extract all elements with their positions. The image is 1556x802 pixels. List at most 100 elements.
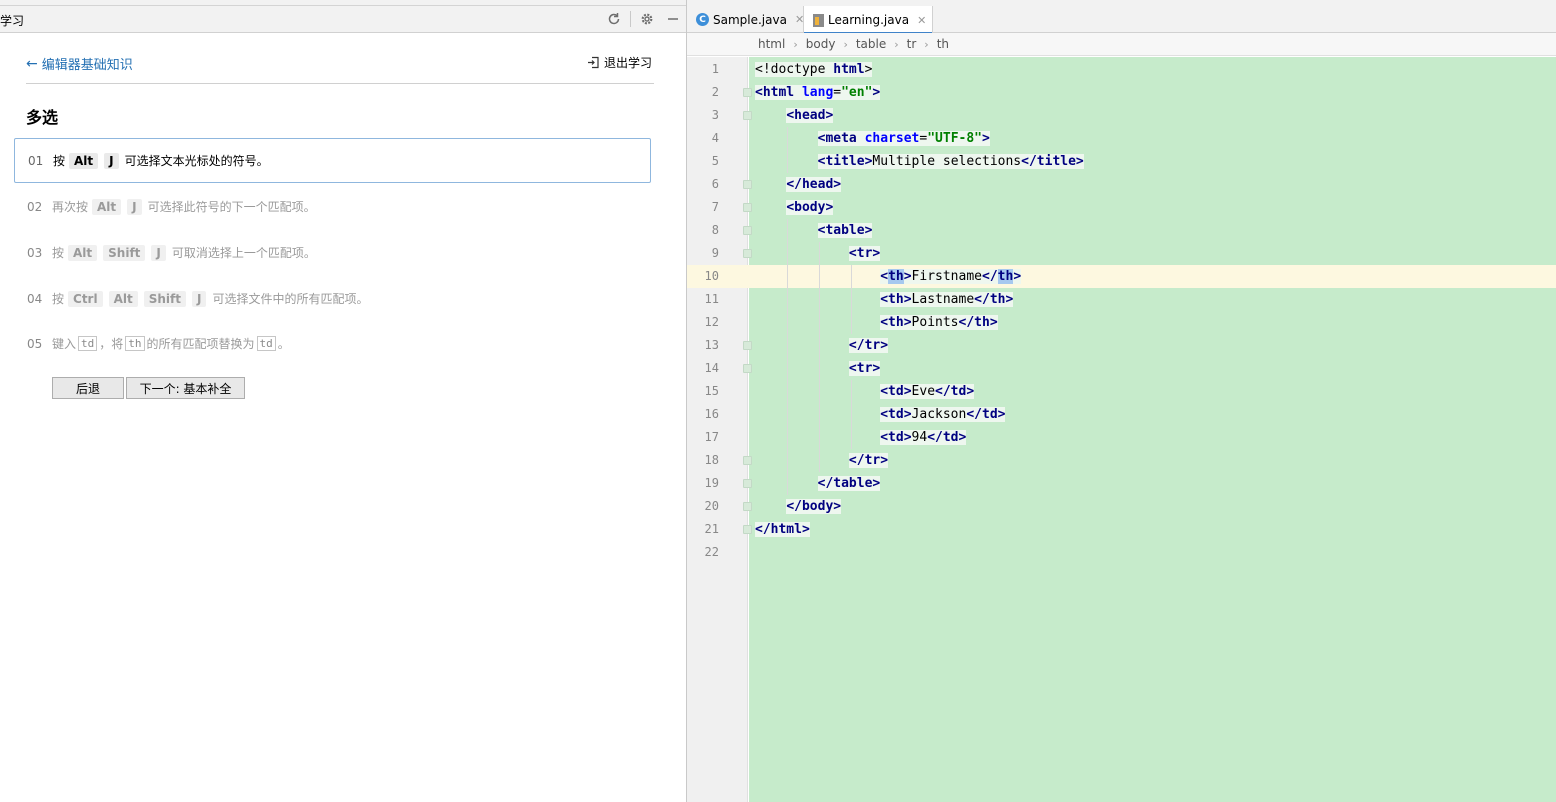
code-text: <td>Jackson</td> bbox=[880, 407, 1006, 422]
java-class-icon: C bbox=[696, 13, 709, 26]
code-text: <title>Multiple selections</title> bbox=[817, 154, 1084, 169]
fold-marker-icon[interactable] bbox=[743, 203, 752, 212]
restart-icon[interactable] bbox=[606, 11, 622, 27]
code-line[interactable]: 2 <html lang="en"> bbox=[687, 81, 1556, 104]
td-text: 94 bbox=[911, 430, 928, 445]
code-text: <td>94</td> bbox=[880, 430, 967, 445]
code-line[interactable]: 9 <tr> bbox=[687, 242, 1556, 265]
back-to-lessons-link[interactable]: ← 编辑器基础知识 bbox=[26, 54, 133, 74]
code-line[interactable]: 18 </tr> bbox=[687, 449, 1556, 472]
step-text: 可选择文件中的所有匹配项。 bbox=[212, 292, 369, 306]
code-line-current[interactable]: 10 <th>Firstname</th> bbox=[687, 265, 1556, 288]
line-number: 6 bbox=[711, 177, 719, 191]
step-item: 04 按 Ctrl Alt Shift J 可选择文件中的所有匹配项。 bbox=[14, 276, 651, 321]
line-number: 18 bbox=[704, 453, 719, 467]
code-text: </tr> bbox=[848, 338, 889, 353]
code-line[interactable]: 15 <td>Eve</td> bbox=[687, 380, 1556, 403]
breadcrumb-item[interactable]: html bbox=[758, 37, 785, 51]
fold-marker-icon[interactable] bbox=[743, 525, 752, 534]
fold-marker-icon[interactable] bbox=[743, 502, 752, 511]
exit-learning-button[interactable]: 退出学习 bbox=[587, 54, 652, 71]
line-number: 11 bbox=[704, 292, 719, 306]
chevron-right-icon: › bbox=[793, 37, 798, 51]
next-lesson-button[interactable]: 下一个: 基本补全 bbox=[126, 377, 245, 399]
code-line[interactable]: 12 <th>Points</th> bbox=[687, 311, 1556, 334]
code-line[interactable]: 8 <table> bbox=[687, 219, 1556, 242]
code-lines[interactable]: 1 <!doctype html> 2 <html lang="en"> 3 <… bbox=[687, 58, 1556, 564]
fold-marker-icon[interactable] bbox=[743, 456, 752, 465]
fold-marker-icon[interactable] bbox=[743, 180, 752, 189]
fold-marker-icon[interactable] bbox=[743, 479, 752, 488]
step-text: 可选择文本光标处的符号。 bbox=[124, 154, 269, 168]
line-number: 3 bbox=[711, 108, 719, 122]
th-text: Lastname bbox=[911, 292, 975, 307]
code-line[interactable]: 3 <head> bbox=[687, 104, 1556, 127]
code-line[interactable]: 17 <td>94</td> bbox=[687, 426, 1556, 449]
code-line[interactable]: 16 <td>Jackson</td> bbox=[687, 403, 1556, 426]
step-item-active: 01 按 Alt J 可选择文本光标处的符号。 bbox=[14, 138, 651, 183]
gear-icon[interactable] bbox=[639, 11, 655, 27]
code-chip: td bbox=[78, 336, 98, 351]
code-line[interactable]: 4 <meta charset="UTF-8"> bbox=[687, 127, 1556, 150]
exit-label: 退出学习 bbox=[604, 56, 653, 70]
lesson-title: 多选 bbox=[26, 108, 59, 127]
exit-icon bbox=[587, 56, 600, 69]
fold-marker-icon[interactable] bbox=[743, 364, 752, 373]
fold-marker-icon[interactable] bbox=[743, 88, 752, 97]
tab-learning-java[interactable]: Learning.java ✕ bbox=[803, 6, 934, 35]
key-j: J bbox=[151, 244, 166, 261]
breadcrumb-item[interactable]: body bbox=[806, 37, 836, 51]
line-number: 20 bbox=[704, 499, 719, 513]
code-text: </tr> bbox=[848, 453, 889, 468]
chevron-right-icon: › bbox=[894, 37, 899, 51]
fold-marker-icon[interactable] bbox=[743, 341, 752, 350]
title-text: Multiple selections bbox=[872, 154, 1022, 169]
line-number: 19 bbox=[704, 476, 719, 490]
line-number: 22 bbox=[704, 545, 719, 559]
back-link-label: 编辑器基础知识 bbox=[41, 58, 133, 73]
key-j: J bbox=[192, 290, 207, 307]
code-text: <tr> bbox=[848, 246, 881, 261]
step-text: 键入 bbox=[52, 337, 77, 351]
back-button[interactable]: 后退 bbox=[52, 377, 124, 399]
step-text: 可取消选择上一个匹配项。 bbox=[171, 246, 316, 260]
breadcrumb-item[interactable]: th bbox=[937, 37, 949, 51]
step-item: 05 键入 td ，将 th 的所有匹配项替换为 td 。 bbox=[14, 321, 651, 366]
arrow-left-icon: ← bbox=[26, 55, 38, 72]
code-line[interactable]: 22 bbox=[687, 541, 1556, 564]
code-text: <html lang="en"> bbox=[755, 85, 881, 100]
step-text: 可选择此符号的下一个匹配项。 bbox=[147, 200, 316, 214]
line-number: 8 bbox=[711, 223, 719, 237]
code-line[interactable]: 20 </body> bbox=[687, 495, 1556, 518]
code-line[interactable]: 5 <title>Multiple selections</title> bbox=[687, 150, 1556, 173]
step-item: 03 按 Alt Shift J 可取消选择上一个匹配项。 bbox=[14, 230, 651, 275]
code-line[interactable]: 13 </tr> bbox=[687, 334, 1556, 357]
close-icon[interactable]: ✕ bbox=[917, 14, 926, 27]
code-line[interactable]: 6 </head> bbox=[687, 173, 1556, 196]
code-line[interactable]: 14 <tr> bbox=[687, 357, 1556, 380]
code-text: </body> bbox=[786, 499, 842, 514]
code-text: </table> bbox=[817, 476, 881, 491]
breadcrumb-item[interactable]: tr bbox=[907, 37, 917, 51]
code-line[interactable]: 19 </table> bbox=[687, 472, 1556, 495]
tab-sample-java[interactable]: C Sample.java ✕ bbox=[687, 6, 810, 33]
code-line[interactable]: 11 <th>Lastname</th> bbox=[687, 288, 1556, 311]
code-text: <tr> bbox=[848, 361, 881, 376]
fold-marker-icon[interactable] bbox=[743, 226, 752, 235]
line-number: 21 bbox=[704, 522, 719, 536]
fold-marker-icon[interactable] bbox=[743, 111, 752, 120]
td-text: Jackson bbox=[911, 407, 967, 422]
code-line[interactable]: 1 <!doctype html> bbox=[687, 58, 1556, 81]
code-text: <th>Lastname</th> bbox=[880, 292, 1014, 307]
key-j: J bbox=[104, 152, 119, 169]
header-divider bbox=[26, 83, 654, 84]
breadcrumb-item[interactable]: table bbox=[856, 37, 886, 51]
code-line[interactable]: 21 </html> bbox=[687, 518, 1556, 541]
code-line[interactable]: 7 <body> bbox=[687, 196, 1556, 219]
minimize-icon[interactable] bbox=[665, 11, 681, 27]
line-number: 16 bbox=[704, 407, 719, 421]
key-alt: Alt bbox=[69, 152, 99, 169]
editor-area: C Sample.java ✕ Learning.java ✕ html › b… bbox=[687, 0, 1556, 802]
fold-marker-icon[interactable] bbox=[743, 249, 752, 258]
step-text: 的所有匹配项替换为 bbox=[146, 337, 255, 351]
